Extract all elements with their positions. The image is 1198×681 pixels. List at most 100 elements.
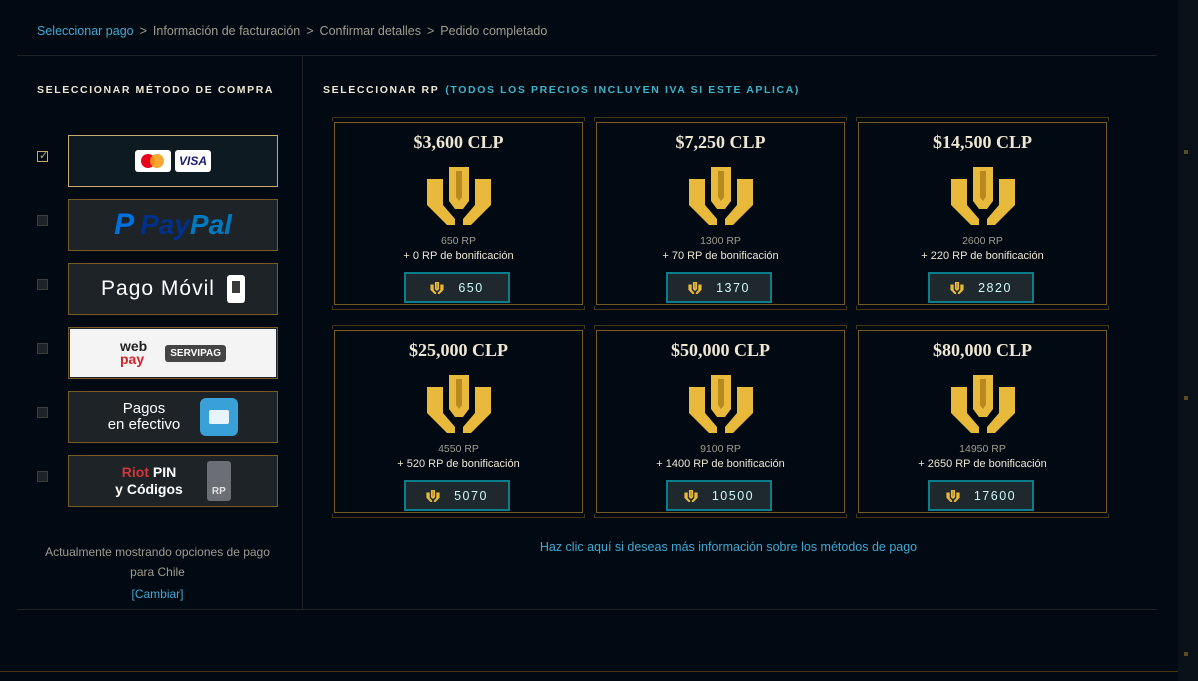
- buy-rp-button[interactable]: 17600: [928, 480, 1034, 511]
- rp-icon: [427, 167, 491, 225]
- package-bonus: + 0 RP de bonificación: [403, 250, 514, 262]
- breadcrumb: Seleccionar pago > Información de facturac…: [37, 24, 547, 38]
- breadcrumb-separator: >: [426, 24, 435, 38]
- method-row-mobile: Pago Móvil: [37, 263, 278, 315]
- package-price: $3,600 CLP: [413, 132, 504, 152]
- rp-small-icon: [946, 489, 960, 502]
- buy-rp-total: 17600: [973, 488, 1017, 503]
- rp-small-icon: [426, 489, 440, 502]
- buy-rp-button[interactable]: 2820: [928, 272, 1034, 303]
- webpay-logo-line2: pay: [120, 351, 145, 367]
- header-divider: [17, 55, 1157, 56]
- change-region-link[interactable]: [Cambiar]: [37, 587, 278, 601]
- method-checkbox-paypal[interactable]: [37, 215, 48, 226]
- select-rp-title-text: SELECCIONAR RP: [323, 84, 440, 96]
- rp-icon: [689, 375, 753, 433]
- buy-rp-button[interactable]: 10500: [666, 480, 772, 511]
- package-rp-amount: 14950 RP: [959, 443, 1006, 455]
- cash-pay-line1: Pagos: [122, 400, 166, 417]
- method-button-webpay[interactable]: web pay SERVIPAG: [68, 327, 278, 379]
- phone-icon: [226, 275, 245, 303]
- paypal-logo-part-a: Pay: [140, 209, 190, 240]
- breadcrumb-separator: >: [139, 24, 147, 38]
- check-icon: ✓: [39, 150, 49, 162]
- footer-divider: [17, 609, 1157, 610]
- method-row-paypal: P PayPal: [37, 199, 278, 251]
- package-price: $7,250 CLP: [675, 132, 766, 152]
- method-checkbox-webpay[interactable]: [37, 343, 48, 354]
- select-rp-title: SELECCIONAR RP (TODOS LOS PRECIOS INCLUYE…: [323, 84, 800, 96]
- package-rp-amount: 4550 RP: [438, 443, 479, 455]
- buy-rp-total: 10500: [711, 488, 755, 503]
- buy-rp-total: 1370: [716, 280, 750, 295]
- payment-info-link[interactable]: Haz clic aquí si deseas más información …: [333, 540, 1124, 554]
- method-checkbox-cash[interactable]: [37, 407, 48, 418]
- package-price: $14,500 CLP: [933, 132, 1032, 152]
- method-button-riot-pin[interactable]: Riot PIN y Códigos RP: [68, 455, 278, 507]
- mobile-pay-label: Pago Móvil: [101, 277, 215, 300]
- mastercard-icon: [135, 150, 171, 172]
- cash-pay-label: Pagos en efectivo: [108, 401, 181, 433]
- paypal-logo-part-b: Pal: [189, 209, 232, 240]
- rp-icon: [951, 167, 1015, 225]
- cash-pay-line2: en efectivo: [107, 416, 181, 433]
- package-bonus: + 520 RP de bonificación: [397, 458, 520, 470]
- breadcrumb-step-confirm: Confirmar detalles: [319, 24, 421, 38]
- breadcrumb-separator: >: [306, 24, 314, 38]
- rp-icon: [689, 167, 753, 225]
- breadcrumb-step-select-payment[interactable]: Seleccionar pago: [37, 24, 134, 38]
- method-row-riot-pin: Riot PIN y Códigos RP: [37, 455, 278, 507]
- buy-rp-total: 2820: [978, 280, 1012, 295]
- package-bonus: + 70 RP de bonificación: [662, 250, 779, 262]
- paypal-logo: PayPal: [140, 209, 232, 241]
- method-checkbox-riot-pin[interactable]: [37, 471, 48, 482]
- riot-pin-label: Riot PIN y Códigos: [115, 464, 183, 498]
- method-button-paypal[interactable]: P PayPal: [68, 199, 278, 251]
- rp-package-card[interactable]: $50,000 CLP 9100 RP + 1400 RP de bonificac…: [594, 325, 847, 518]
- servipag-logo: SERVIPAG: [165, 344, 226, 362]
- method-row-cash: Pagos en efectivo: [37, 391, 278, 443]
- rp-package-card[interactable]: $7,250 CLP 1300 RP + 70 RP de bonificación…: [594, 117, 847, 310]
- package-bonus: + 1400 RP de bonificación: [656, 458, 785, 470]
- window-edge: [1178, 0, 1198, 681]
- visa-icon: VISA: [175, 150, 211, 172]
- method-checkbox-cards[interactable]: ✓: [37, 150, 49, 162]
- rp-small-icon: [430, 281, 444, 294]
- package-price: $80,000 CLP: [933, 340, 1032, 360]
- package-rp-amount: 2600 RP: [962, 235, 1003, 247]
- rp-icon: [427, 375, 491, 433]
- region-info-text: Actualmente mostrando opciones de pago p…: [45, 545, 270, 579]
- method-checkbox-mobile[interactable]: [37, 279, 48, 290]
- webpay-servipag-logos: web pay SERVIPAG: [70, 329, 276, 377]
- package-rp-amount: 1300 RP: [700, 235, 741, 247]
- method-button-mobile[interactable]: Pago Móvil: [68, 263, 278, 315]
- package-bonus: + 2650 RP de bonificación: [918, 458, 1047, 470]
- package-rp-amount: 650 RP: [440, 235, 477, 247]
- method-row-cards: ✓ VISA: [37, 135, 278, 187]
- rp-package-card[interactable]: $80,000 CLP 14950 RP + 2650 RP de bonifica…: [856, 325, 1109, 518]
- package-rp-amount: 9100 RP: [700, 443, 741, 455]
- rp-package-card[interactable]: $14,500 CLP 2600 RP + 220 RP de bonificaci…: [856, 117, 1109, 310]
- buy-rp-total: 5070: [454, 488, 488, 503]
- rp-package-card[interactable]: $25,000 CLP 4550 RP + 520 RP de bonificaci…: [332, 325, 585, 518]
- method-button-cash[interactable]: Pagos en efectivo: [68, 391, 278, 443]
- rp-small-icon: [950, 281, 964, 294]
- buy-rp-button[interactable]: 650: [404, 272, 510, 303]
- breadcrumb-step-complete: Pedido completado: [440, 24, 548, 38]
- rp-card-icon: RP: [206, 461, 231, 501]
- method-button-cards[interactable]: VISA: [68, 135, 278, 187]
- method-row-webpay: web pay SERVIPAG: [37, 327, 278, 379]
- vat-notice: (TODOS LOS PRECIOS INCLUYEN IVA SI ESTE …: [445, 84, 800, 96]
- buy-rp-button[interactable]: 1370: [666, 272, 772, 303]
- rp-small-icon: [688, 281, 702, 294]
- rp-package-card[interactable]: $3,600 CLP 650 RP + 0 RP de bonificación 65…: [332, 117, 585, 310]
- paypal-icon: P: [114, 208, 135, 241]
- purchase-method-title: SELECCIONAR MÉTODO DE COMPRA: [37, 84, 275, 96]
- buy-rp-total: 650: [458, 280, 484, 295]
- webpay-logo: web pay: [120, 339, 147, 367]
- buy-rp-button[interactable]: 5070: [404, 480, 510, 511]
- rp-icon: [951, 375, 1015, 433]
- package-price: $25,000 CLP: [409, 340, 508, 360]
- riot-pin-label-a: Riot: [121, 464, 149, 480]
- breadcrumb-step-billing: Información de facturación: [152, 24, 301, 38]
